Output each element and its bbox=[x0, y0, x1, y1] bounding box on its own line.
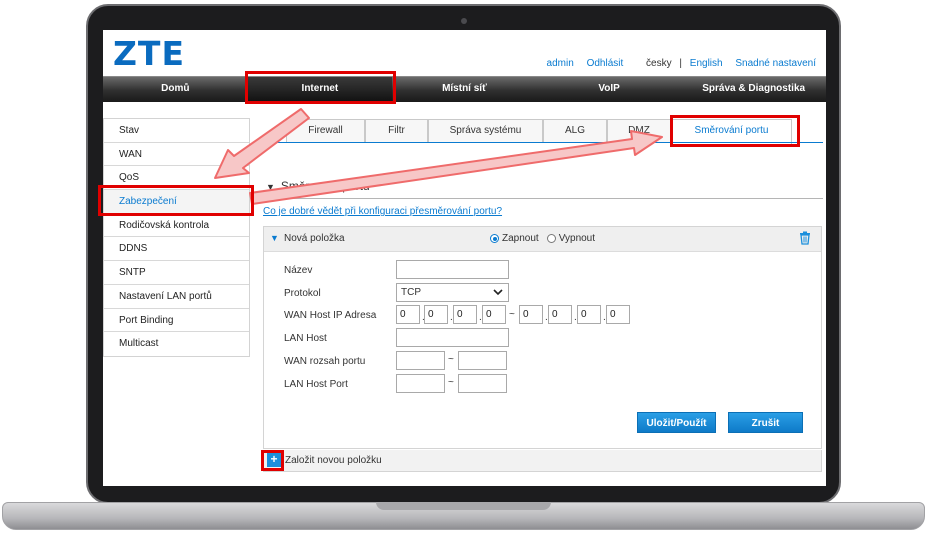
nav-home[interactable]: Domů bbox=[103, 77, 248, 102]
sidebar-item-qos[interactable]: QoS bbox=[104, 166, 249, 191]
chevron-down-icon bbox=[493, 286, 503, 304]
tab-firewall[interactable]: Firewall bbox=[286, 119, 365, 142]
wan-port-end-input[interactable] bbox=[458, 351, 507, 370]
easy-setup-link[interactable]: Snadné nastavení bbox=[735, 58, 816, 69]
nav-local-network[interactable]: Místní síť bbox=[392, 77, 537, 102]
ip-start-octet-1[interactable]: 0 bbox=[396, 305, 420, 324]
cancel-button[interactable]: Zrušit bbox=[728, 412, 803, 433]
section-title: Směrování portu bbox=[280, 179, 370, 193]
tab-dmz[interactable]: DMZ bbox=[607, 119, 671, 142]
wan-port-range-label: WAN rozsah portu bbox=[284, 356, 366, 367]
laptop-notch bbox=[376, 502, 551, 510]
main-nav: Domů Internet Místní síť VoIP Správa & D… bbox=[103, 76, 826, 102]
port-range-separator: ~ bbox=[448, 377, 454, 388]
protocol-value: TCP bbox=[401, 287, 421, 298]
logout-link[interactable]: Odhlásit bbox=[587, 58, 624, 69]
sidebar-item-sntp[interactable]: SNTP bbox=[104, 261, 249, 285]
header-links: admin Odhlásit česky | English Snadné na… bbox=[547, 58, 816, 69]
lang-separator: | bbox=[679, 58, 682, 69]
form-header: ▼ Nová položka Zapnout Vypnout bbox=[264, 227, 821, 252]
tab-port-forwarding[interactable]: Směrování portu bbox=[671, 119, 792, 144]
add-new-entry-label[interactable]: Založit novou položku bbox=[285, 455, 382, 466]
ip-end-octet-1[interactable]: 0 bbox=[519, 305, 543, 324]
tab-filter[interactable]: Filtr bbox=[365, 119, 428, 142]
ip-end-octet-3[interactable]: 0 bbox=[577, 305, 601, 324]
zte-logo: ZTE bbox=[113, 34, 185, 73]
enable-radio-group: Zapnout Vypnout bbox=[490, 233, 595, 244]
webcam bbox=[461, 18, 467, 24]
sub-tabs: Firewall Filtr Správa systému ALG DMZ Sm… bbox=[286, 119, 792, 144]
ip-start-octet-3[interactable]: 0 bbox=[453, 305, 477, 324]
new-entry-form: ▼ Nová položka Zapnout Vypnout Název Pro… bbox=[263, 226, 822, 449]
name-label: Název bbox=[284, 265, 313, 276]
lan-host-label: LAN Host bbox=[284, 333, 327, 344]
protocol-label: Protokol bbox=[284, 288, 321, 299]
radio-enable[interactable] bbox=[490, 234, 499, 243]
add-new-entry-row: + Založit novou položku bbox=[263, 450, 822, 472]
lan-port-end-input[interactable] bbox=[458, 374, 507, 393]
ip-end-octet-4[interactable]: 0 bbox=[606, 305, 630, 324]
save-apply-button[interactable]: Uložit/Použít bbox=[637, 412, 716, 433]
name-input[interactable] bbox=[396, 260, 509, 279]
sidebar-item-status[interactable]: Stav bbox=[104, 119, 249, 143]
lan-port-start-input[interactable] bbox=[396, 374, 445, 393]
current-language: česky bbox=[646, 58, 672, 69]
section-header[interactable]: ▼ Směrování portu bbox=[266, 179, 370, 193]
plus-icon[interactable]: + bbox=[267, 453, 281, 467]
wan-port-start-input[interactable] bbox=[396, 351, 445, 370]
port-range-separator: ~ bbox=[448, 354, 454, 365]
sidebar-item-wan[interactable]: WAN bbox=[104, 142, 249, 167]
nav-management-diagnostics[interactable]: Správa & Diagnostika bbox=[681, 77, 826, 102]
ip-start-octet-2[interactable]: 0 bbox=[424, 305, 448, 324]
collapse-triangle-icon: ▼ bbox=[266, 182, 275, 192]
sidebar-item-parental-control[interactable]: Rodičovská kontrola bbox=[104, 213, 249, 238]
wan-host-ip-label: WAN Host IP Adresa bbox=[284, 310, 377, 321]
ip-start-octet-4[interactable]: 0 bbox=[482, 305, 506, 324]
section-divider bbox=[263, 198, 823, 199]
sidebar-item-security[interactable]: Zabezpečení bbox=[104, 190, 249, 214]
ip-end-octet-2[interactable]: 0 bbox=[548, 305, 572, 324]
tab-system-management[interactable]: Správa systému bbox=[428, 119, 543, 142]
radio-disable[interactable] bbox=[546, 234, 556, 243]
trash-icon[interactable] bbox=[799, 231, 811, 248]
expand-triangle-icon[interactable]: ▼ bbox=[270, 233, 279, 243]
tabs-divider bbox=[263, 142, 823, 143]
tab-alg[interactable]: ALG bbox=[543, 119, 607, 142]
ip-range-separator: ~ bbox=[509, 309, 515, 320]
lan-host-port-label: LAN Host Port bbox=[284, 379, 348, 390]
radio-enable-label: Zapnout bbox=[502, 233, 539, 244]
sidebar-item-lan-port-settings[interactable]: Nastavení LAN portů bbox=[104, 284, 249, 309]
nav-voip[interactable]: VoIP bbox=[537, 77, 682, 102]
lan-host-input[interactable] bbox=[396, 328, 509, 347]
radio-disable-label: Vypnout bbox=[558, 233, 596, 244]
sidebar-item-multicast[interactable]: Multicast bbox=[104, 332, 249, 356]
router-admin-screen: ZTE admin Odhlásit česky | English Snadn… bbox=[103, 30, 826, 486]
sidebar-item-ddns[interactable]: DDNS bbox=[104, 237, 249, 262]
english-link[interactable]: English bbox=[690, 58, 723, 69]
sidebar-item-port-binding[interactable]: Port Binding bbox=[104, 308, 249, 333]
help-link[interactable]: Co je dobré vědět při konfiguraci přesmě… bbox=[263, 206, 502, 217]
nav-internet[interactable]: Internet bbox=[247, 77, 393, 102]
admin-link[interactable]: admin bbox=[547, 58, 574, 69]
form-title: Nová položka bbox=[284, 233, 345, 244]
protocol-select[interactable]: TCP bbox=[396, 283, 509, 302]
sidebar: Stav WAN QoS Zabezpečení Rodičovská kont… bbox=[103, 118, 250, 357]
